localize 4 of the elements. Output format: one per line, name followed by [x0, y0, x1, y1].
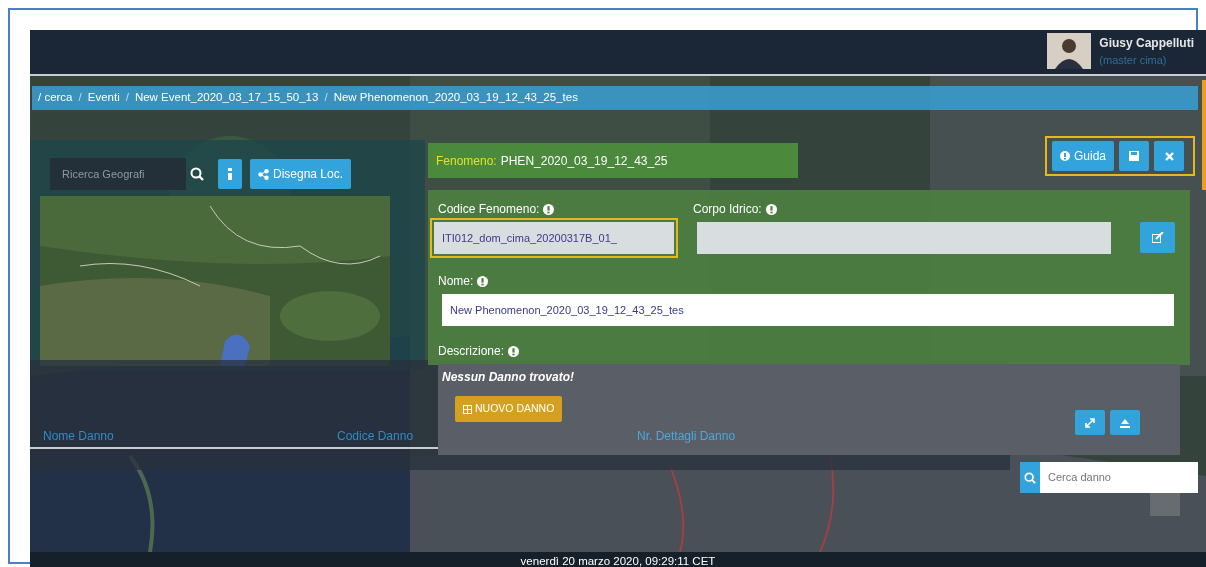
- user-role: (master cima): [1099, 52, 1168, 68]
- user-name: Giusy Cappelluti: [1099, 34, 1194, 52]
- avatar: [1047, 33, 1092, 69]
- status-bar: venerdì 20 marzo 2020, 09:29:11 CET: [30, 552, 1206, 567]
